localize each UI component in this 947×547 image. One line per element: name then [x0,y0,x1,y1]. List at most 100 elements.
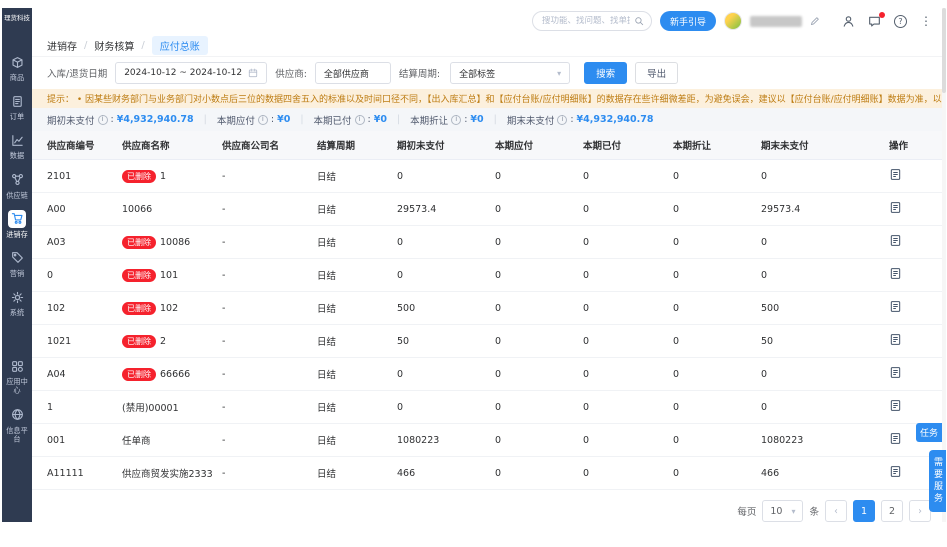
record-action-icon[interactable] [889,465,902,478]
prev-page-button[interactable]: ‹ [825,500,847,523]
payables-table: 供应商编号 供应商名称 供应商公司名 结算周期 期初未支付 本期应付 本期已付 本期折让 期末未… [32,131,946,491]
scrollbar-track[interactable] [942,8,946,522]
record-action-icon[interactable] [889,267,902,280]
period-discount-cell: 0 [665,159,753,194]
next-page-button[interactable]: › [909,500,931,523]
username-redacted[interactable] [750,15,802,27]
summary-item: 本期应付 i: ¥0 [217,113,290,127]
sidebar-item-supply-chain[interactable]: 供应链 [2,167,32,206]
avatar[interactable] [724,12,742,31]
opening-unpaid-cell: 29573.4 [389,192,487,227]
date-range-input[interactable]: 2024-10-12 ~ 2024-10-12 [115,62,268,85]
system-icon [8,288,26,306]
period-paid-cell: 0 [575,192,665,227]
record-action-icon[interactable] [889,432,902,445]
account-icon[interactable] [842,15,855,28]
opening-unpaid-cell: 0 [389,225,487,260]
opening-unpaid-cell: 0 [389,357,487,392]
sidebar-item-info-platform[interactable]: 信息平台 [2,402,32,450]
summary-value: ¥4,932,940.78 [116,114,194,126]
period-discount-cell: 0 [665,291,753,326]
record-action-icon[interactable] [889,399,902,412]
column-header: 期末未支付 [753,131,881,161]
table-row: 0 已删除 101- 日结 0 0 0 0 0 [32,258,946,293]
info-icon[interactable]: i [257,114,268,125]
summary-separator: | [300,114,304,126]
record-action-icon[interactable] [889,366,902,379]
period-discount-cell: 0 [665,324,753,359]
sidebar-item-label: 数据 [9,151,25,160]
page-button-1[interactable]: 1 [853,500,875,523]
notice-bar: 提示： • 因某些财务部门与业务部门对小数点后三位的数据四舍五入的标准以及时间口… [32,89,946,109]
table-row: 001 任单商 - 日结 1080223 0 0 0 1080223 [32,423,946,458]
breadcrumb-item[interactable]: 财务核算 [94,38,134,53]
opening-unpaid-cell: 0 [389,390,487,425]
period-discount-cell: 0 [665,357,753,392]
orders-icon [8,92,26,110]
summary-label: 本期折让 [410,115,449,127]
sidebar-item-system[interactable]: 系统 [2,284,32,323]
sidebar-item-label: 商品 [9,73,25,82]
supplier-name-cell: (禁用)00001 [114,390,214,425]
breadcrumb-item[interactable]: 应付总账 [151,35,208,55]
summary-value: ¥0 [470,114,484,126]
sidebar-item-data[interactable]: 数据 [2,127,32,166]
cycle-cell: 日结 [309,291,389,326]
filter-bar: 入库/退货日期 2024-10-12 ~ 2024-10-12 供应商: 结算周… [32,57,946,89]
record-action-icon[interactable] [889,300,902,313]
column-header: 供应商公司名 [214,131,309,161]
record-action-icon[interactable] [889,234,902,247]
column-header: 本期已付 [575,131,665,161]
sidebar-item-goods[interactable]: 商品 [2,49,32,88]
main-area: 新手引导 ? ⋮ 进销存 / 财务核算 / 应付总账 入库/退货日期 [32,8,946,523]
breadcrumb-item[interactable]: 进销存 [47,38,77,53]
search-button[interactable]: 搜索 [584,62,628,85]
search-icon [635,17,644,26]
deleted-badge: 已删除 [122,334,156,348]
supplier-name-cell: 供应商贸发实施2333 [114,456,214,491]
sidebar-item-inventory[interactable]: 进销存 [2,206,32,245]
info-icon[interactable]: i [451,114,462,125]
action-cell [881,291,946,326]
period-payable-cell: 0 [487,192,575,227]
more-icon[interactable]: ⋮ [920,15,932,27]
summary-colon: : [110,114,114,126]
help-icon[interactable]: ? [894,14,907,28]
column-header: 本期折让 [665,131,753,161]
supplier-input[interactable] [315,63,390,84]
record-action-icon[interactable] [889,333,902,346]
info-icon[interactable]: i [557,114,568,125]
closing-unpaid-cell: 0 [753,390,881,425]
service-strip[interactable]: 需要服务 [929,450,946,512]
deleted-badge: 已删除 [122,367,156,381]
period-payable-cell: 0 [487,357,575,392]
summary-label: 本期应付 [216,115,255,127]
export-button[interactable]: 导出 [635,62,679,85]
global-search-input[interactable] [541,16,630,27]
sidebar-item-app-center[interactable]: 应用中心 [2,353,32,401]
scrollbar-thumb[interactable] [942,8,946,93]
period-paid-cell: 0 [575,258,665,293]
sidebar-item-marketing[interactable]: 营销 [2,245,32,284]
sidebar: 理货科技 商品 订单 数据 供应链 进销存 营销 系统 应用中心 信息平台 [2,8,32,522]
edit-profile-icon[interactable] [810,16,820,26]
record-action-icon[interactable] [889,168,902,181]
sidebar-item-orders[interactable]: 订单 [2,88,32,127]
table-row: A03 已删除 10086- 日结 0 0 0 0 0 [32,225,946,260]
supplier-code-cell: 1021 [32,324,114,359]
cycle-cell: 日结 [309,456,389,491]
cycle-cell: 日结 [309,225,389,260]
cycle-select[interactable]: 全部标签 ▾ [450,62,571,85]
task-tab[interactable]: 任务 [915,423,942,442]
column-header: 操作 [881,131,946,161]
record-action-icon[interactable] [889,201,902,214]
info-icon[interactable]: i [97,114,108,125]
summary-item: 本期折让 i: ¥0 [410,113,483,127]
period-payable-cell: 0 [487,423,575,458]
guide-button[interactable]: 新手引导 [659,11,716,32]
page-button-2[interactable]: 2 [881,500,903,523]
info-icon[interactable]: i [354,114,365,125]
summary-label: 期初未支付 [47,115,95,127]
message-icon[interactable] [868,11,885,28]
page-size-select[interactable]: 10 ▾ [762,500,804,523]
